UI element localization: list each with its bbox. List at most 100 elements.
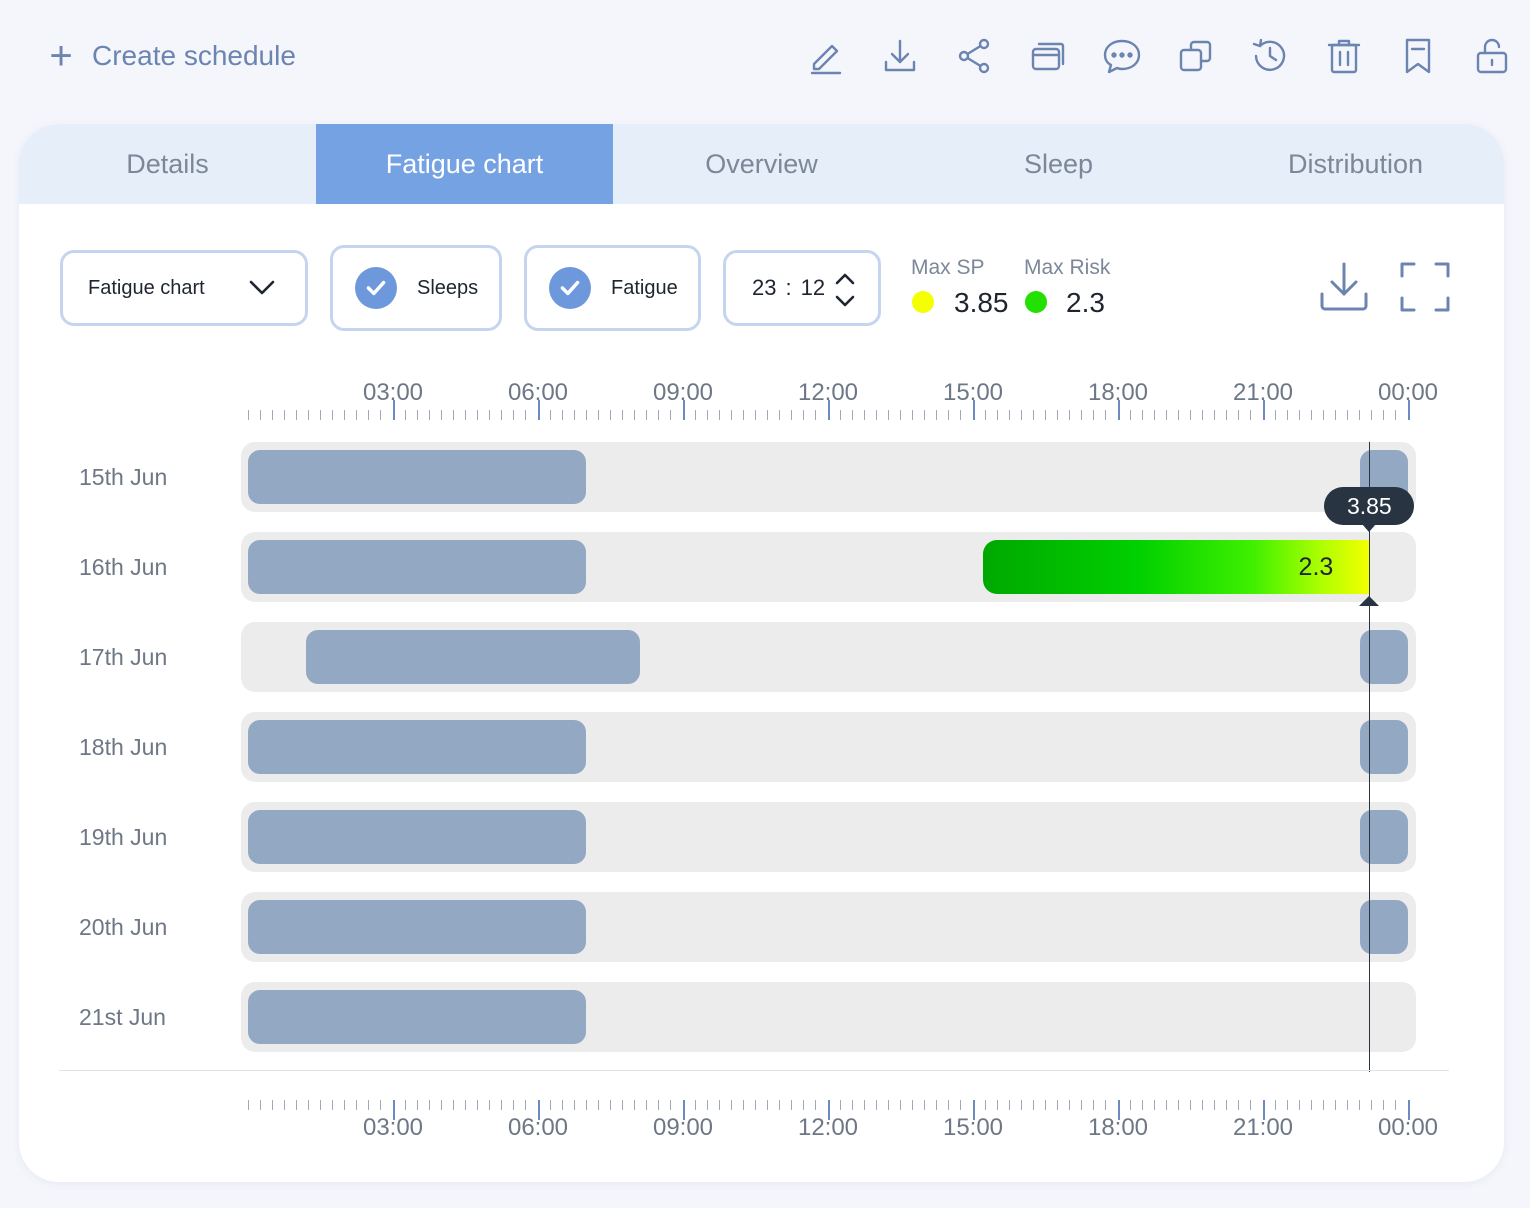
comment-icon[interactable] [1100, 34, 1144, 78]
axis-tick [1226, 410, 1228, 420]
fatigue-bar[interactable]: 2.3 [982, 540, 1370, 594]
axis-tick [1190, 410, 1191, 420]
trash-icon[interactable] [1322, 34, 1366, 78]
max-risk-label: Max Risk [1024, 256, 1111, 279]
axis-tick [1347, 1100, 1349, 1110]
top-axis-label: 06:00 [507, 379, 569, 406]
axis-tick [332, 410, 334, 420]
max-risk-dot [1025, 291, 1047, 313]
sleep-bar[interactable] [1359, 810, 1408, 864]
axis-tick [718, 410, 720, 420]
axis-tick [815, 1100, 817, 1110]
tab-details[interactable]: Details [19, 124, 316, 204]
axis-tick [1395, 410, 1397, 420]
sleep-bar[interactable] [248, 720, 587, 774]
sleep-bar[interactable] [1359, 900, 1408, 954]
axis-tick [670, 410, 672, 420]
unlock-icon[interactable] [1470, 34, 1514, 78]
axis-tick [368, 1100, 370, 1110]
axis-tick [259, 1100, 261, 1110]
sleep-bar[interactable] [248, 810, 587, 864]
axis-tick [718, 1100, 720, 1110]
tab-sleep[interactable]: Sleep [910, 124, 1207, 204]
axis-tick [1008, 1100, 1010, 1110]
axis-tick [585, 410, 587, 420]
axis-tick [295, 410, 297, 420]
axis-tick [428, 410, 430, 420]
tab-overview[interactable]: Overview [613, 124, 910, 204]
stepper-arrows-icon[interactable] [834, 271, 856, 309]
axis-tick [1383, 410, 1385, 420]
axis-tick [984, 410, 986, 420]
bookmark-icon[interactable] [1396, 34, 1440, 78]
copy-icon[interactable] [1174, 34, 1218, 78]
top-axis-label: 03:00 [362, 379, 424, 406]
axis-tick [924, 1100, 926, 1110]
axis-tick [936, 410, 938, 420]
chart-download-icon[interactable] [1317, 260, 1371, 314]
row-date-label: 20th Jun [79, 914, 168, 940]
sleep-bar[interactable] [1359, 720, 1408, 774]
axis-tick [755, 410, 756, 420]
time-hours: 23 [752, 275, 777, 300]
max-risk-value: 2.3 [1066, 287, 1105, 318]
axis-tick [815, 410, 817, 420]
axis-tick [779, 410, 781, 420]
sleep-bar[interactable] [248, 540, 587, 594]
check-icon [549, 267, 591, 309]
axis-tick [1081, 410, 1083, 420]
share-icon[interactable] [952, 34, 996, 78]
axis-tick [1129, 410, 1131, 420]
axis-tick [900, 410, 901, 420]
axis-tick [573, 410, 575, 420]
sleeps-label: Sleeps [417, 276, 479, 299]
axis-tick [332, 1100, 334, 1110]
axis-tick [501, 1100, 503, 1110]
sleeps-checkbox[interactable]: Sleeps [330, 245, 502, 331]
top-axis-label: 15:00 [942, 379, 1004, 406]
history-icon[interactable] [1248, 34, 1292, 78]
axis-tick [658, 1100, 660, 1110]
axis-tick [1310, 410, 1312, 420]
chart-type-select[interactable]: Fatigue chart [60, 250, 308, 326]
axis-tick [380, 410, 382, 420]
windows-icon[interactable] [1026, 34, 1070, 78]
axis-tick [646, 1100, 648, 1110]
fatigue-checkbox[interactable]: Fatigue [524, 245, 701, 331]
axis-tick [1274, 410, 1276, 420]
sleep-bar[interactable] [1359, 630, 1408, 684]
axis-tick [489, 1100, 491, 1110]
time-cursor-line[interactable] [1368, 442, 1371, 1072]
fullscreen-icon[interactable] [1398, 260, 1452, 314]
sleep-bar[interactable] [248, 450, 587, 504]
download-icon[interactable] [878, 34, 922, 78]
tab-distribution[interactable]: Distribution [1207, 124, 1504, 204]
sleep-bar[interactable] [248, 900, 587, 954]
axis-tick [452, 1100, 454, 1110]
axis-tick [984, 1100, 986, 1110]
sleep-bar[interactable] [248, 990, 587, 1044]
bottom-axis-label: 15:00 [942, 1114, 1004, 1141]
time-stepper[interactable]: 23 : 12 [723, 250, 881, 326]
tooltip-tail [1362, 524, 1377, 532]
create-schedule-button[interactable]: + Create schedule [44, 34, 296, 78]
axis-tick [912, 410, 914, 420]
axis-tick [1383, 1100, 1385, 1110]
sleep-bar[interactable] [306, 630, 640, 684]
row-date-label: 16th Jun [79, 554, 168, 580]
axis-tick [585, 1100, 587, 1110]
axis-tick [283, 410, 285, 420]
axis-tick [610, 410, 611, 420]
axis-tick [694, 410, 696, 420]
axis-tick [863, 1100, 865, 1110]
create-schedule-label: Create schedule [92, 40, 296, 71]
axis-tick [996, 1100, 998, 1110]
axis-tick [755, 1100, 756, 1110]
edit-icon[interactable] [804, 34, 848, 78]
tab-fatigue-chart[interactable]: Fatigue chart [316, 124, 613, 204]
axis-tick [1020, 410, 1022, 420]
axis-tick [1347, 410, 1349, 420]
axis-tick [887, 1100, 889, 1110]
top-axis-label: 09:00 [652, 379, 714, 406]
row-date-label: 19th Jun [79, 824, 168, 850]
